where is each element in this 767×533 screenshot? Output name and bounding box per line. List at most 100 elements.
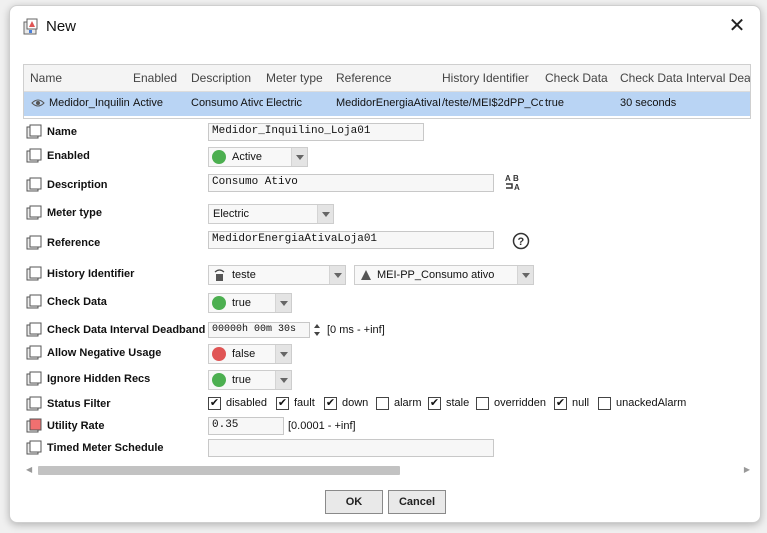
property-icon [26,177,42,192]
column-header-check-interval[interactable]: Check Data Interval Deadband [620,71,750,85]
allow-negative-row: Allow Negative Usage false [24,343,752,365]
spinner-icon[interactable] [312,322,322,338]
table-header: Name Enabled Description Meter type Refe… [24,65,750,92]
property-icon [26,371,42,386]
meter-type-select[interactable]: Electric [208,204,334,224]
down-checkbox[interactable]: ✔ [324,397,337,410]
cell-history-identifier: /teste/MEI$2dPP_Consumo [442,97,543,109]
history-select[interactable]: MEI-PP_Consumo ativo [354,265,534,285]
utility-rate-label: Utility Rate [47,420,105,432]
column-header-description[interactable]: Description [191,71,261,85]
unacked-alarm-checkbox-label: unackedAlarm [616,397,687,409]
unacked-alarm-checkbox[interactable] [598,397,611,410]
column-header-meter-type[interactable]: Meter type [266,71,331,85]
name-field[interactable]: Medidor_Inquilino_Loja01 [208,123,424,141]
scroll-right-icon[interactable]: ▶ [744,465,750,474]
svg-text:A: A [505,174,511,183]
name-label: Name [47,126,77,138]
cell-name: Medidor_Inquilino_Loja01 [49,97,129,109]
check-interval-field[interactable]: 00000h 00m 30s [208,322,310,338]
ignore-hidden-value: true [232,374,251,386]
allow-negative-select[interactable]: false [208,344,292,364]
history-identifier-row: History Identifier teste MEI-PP_Consumo … [24,264,752,286]
column-header-enabled[interactable]: Enabled [133,71,188,85]
check-interval-range: [0 ms - +inf] [327,324,385,336]
chevron-down-icon[interactable] [275,345,291,363]
station-select[interactable]: teste [208,265,346,285]
help-icon[interactable]: ? [512,232,530,250]
cell-check-data: true [545,97,564,109]
horizontal-scrollbar[interactable]: ◀ ▶ [24,464,752,476]
app-icon [23,18,38,35]
enabled-select[interactable]: Active [208,147,308,167]
chevron-down-icon[interactable] [317,205,333,223]
column-header-name[interactable]: Name [30,71,125,85]
allow-negative-label: Allow Negative Usage [47,347,162,359]
text-format-icon[interactable]: A B A [504,172,524,192]
svg-text:B: B [513,174,519,183]
utility-rate-field[interactable]: 0.35 [208,417,284,435]
meter-type-label: Meter type [47,207,103,219]
column-header-check-data[interactable]: Check Data [545,71,615,85]
cell-enabled: Active [133,97,163,109]
svg-text:?: ? [518,236,525,248]
property-icon [26,235,42,250]
check-interval-label: Check Data Interval Deadband [47,324,206,336]
property-icon [26,266,42,281]
fault-checkbox[interactable]: ✔ [276,397,289,410]
property-icon [26,205,42,220]
scroll-left-icon[interactable]: ◀ [26,465,32,474]
close-button[interactable]: ✕ [726,16,748,38]
reference-row: Reference MedidorEnergiaAtivaLoja01 ? [24,231,752,255]
alarm-checkbox[interactable] [376,397,389,410]
utility-rate-range: [0.0001 - +inf] [288,420,356,432]
property-icon [26,294,42,309]
ignore-hidden-select[interactable]: true [208,370,292,390]
new-dialog: New ✕ Name Enabled Description Meter typ… [9,5,761,523]
enabled-row: Enabled Active [24,146,752,168]
chevron-down-icon[interactable] [291,148,307,166]
check-data-value: true [232,297,251,309]
ok-button[interactable]: OK [325,490,383,514]
column-header-history-identifier[interactable]: History Identifier [442,71,540,85]
chevron-down-icon[interactable] [275,371,291,389]
chevron-down-icon[interactable] [517,266,533,284]
timed-schedule-field[interactable] [208,439,494,457]
null-checkbox[interactable]: ✔ [554,397,567,410]
check-data-select[interactable]: true [208,293,292,313]
station-icon [214,269,225,281]
fault-checkbox-label: fault [294,397,315,409]
property-red-icon [26,418,42,433]
enabled-label: Enabled [47,150,90,162]
reference-field[interactable]: MedidorEnergiaAtivaLoja01 [208,231,494,249]
allow-negative-value: false [232,348,256,360]
table-row[interactable]: Medidor_Inquilino_Loja01 Active Consumo … [24,92,750,116]
cell-reference: MedidorEnergiaAtivaLoja01 [336,97,440,109]
svg-text:A: A [514,183,520,192]
name-row: Name Medidor_Inquilino_Loja01 [24,122,752,144]
description-field[interactable]: Consumo Ativo [208,174,494,192]
property-icon [26,396,42,411]
status-dot-icon [212,347,226,361]
chevron-down-icon[interactable] [329,266,345,284]
chevron-down-icon[interactable] [275,294,291,312]
cell-description: Consumo Ativo [191,97,263,109]
timed-schedule-label: Timed Meter Schedule [47,442,164,454]
utility-rate-row: Utility Rate 0.35 [0.0001 - +inf] [24,416,752,438]
scrollbar-thumb[interactable] [38,466,400,475]
overridden-checkbox[interactable] [476,397,489,410]
check-interval-row: Check Data Interval Deadband 00000h 00m … [24,320,752,342]
column-header-reference[interactable]: Reference [336,71,436,85]
down-checkbox-label: down [342,397,369,409]
disabled-checkbox[interactable]: ✔ [208,397,221,410]
eye-icon [31,99,45,107]
status-dot-icon [212,150,226,164]
cancel-button[interactable]: Cancel [388,490,446,514]
history-value: MEI-PP_Consumo ativo [377,269,495,281]
check-data-label: Check Data [47,296,107,308]
check-data-row: Check Data true [24,292,752,314]
cell-meter-type: Electric [266,97,303,109]
stale-checkbox[interactable]: ✔ [428,397,441,410]
overridden-checkbox-label: overridden [494,397,546,409]
stale-checkbox-label: stale [446,397,470,409]
